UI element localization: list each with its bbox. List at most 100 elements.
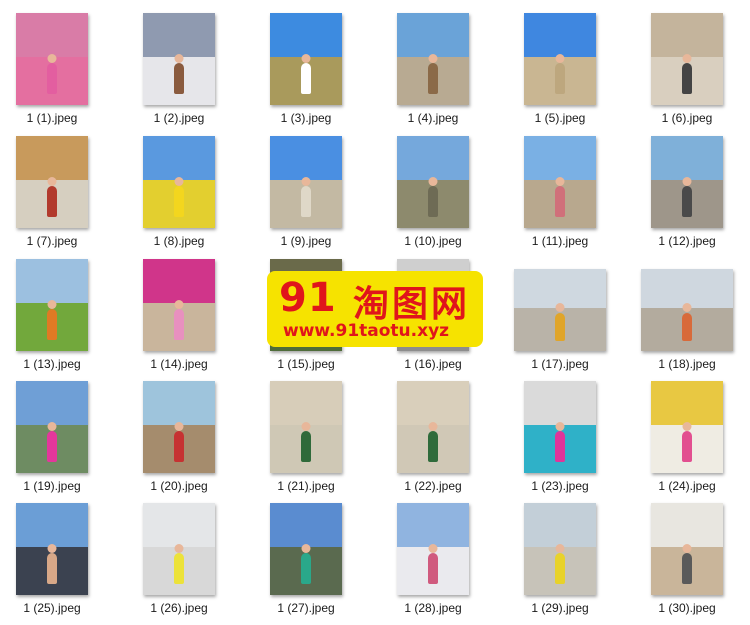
- file-thumbnail[interactable]: [143, 13, 215, 105]
- file-name: 1 (10).jpeg: [404, 234, 462, 248]
- file-name: 1 (7).jpeg: [26, 234, 78, 248]
- file-item[interactable]: 1 (18).jpeg: [627, 259, 747, 381]
- file-name: 1 (8).jpeg: [153, 234, 205, 248]
- file-item[interactable]: 1 (22).jpeg: [373, 381, 493, 503]
- file-thumbnail[interactable]: [397, 381, 469, 473]
- thumbnail-figure-head: [47, 543, 57, 553]
- file-thumbnail[interactable]: [270, 381, 342, 473]
- file-name: 1 (16).jpeg: [404, 357, 462, 371]
- file-thumbnail[interactable]: [651, 381, 723, 473]
- thumbnail-figure: [555, 430, 565, 462]
- file-thumbnail[interactable]: [651, 136, 723, 228]
- file-thumbnail[interactable]: [143, 381, 215, 473]
- thumbnail-figure: [555, 313, 565, 342]
- thumbnail-figure: [428, 430, 438, 462]
- file-item[interactable]: 1 (1).jpeg: [0, 13, 112, 135]
- file-item[interactable]: 1 (5).jpeg: [500, 13, 620, 135]
- thumbnail-background: [143, 136, 215, 181]
- thumbnail-background: [270, 381, 342, 426]
- file-thumbnail[interactable]: [524, 136, 596, 228]
- file-thumbnail[interactable]: [143, 259, 215, 351]
- thumbnail-figure: [555, 62, 565, 94]
- file-thumbnail[interactable]: [524, 13, 596, 105]
- thumbnail-figure-head: [428, 176, 438, 186]
- file-item[interactable]: 1 (14).jpeg: [119, 259, 239, 381]
- file-item[interactable]: 1 (29).jpeg: [500, 503, 620, 625]
- thumbnail-background: [270, 503, 342, 548]
- thumbnail-figure-head: [47, 176, 57, 186]
- file-thumbnail[interactable]: [16, 503, 88, 595]
- file-item[interactable]: 1 (3).jpeg: [246, 13, 366, 135]
- file-thumbnail[interactable]: [16, 259, 88, 351]
- thumbnail-background: [270, 136, 342, 181]
- file-item[interactable]: 1 (2).jpeg: [119, 13, 239, 135]
- thumbnail-figure-head: [428, 53, 438, 63]
- file-thumbnail[interactable]: [651, 503, 723, 595]
- thumbnail-figure: [47, 308, 57, 340]
- file-thumbnail[interactable]: [270, 503, 342, 595]
- file-thumbnail[interactable]: [16, 136, 88, 228]
- thumbnail-background: [16, 381, 88, 426]
- thumbnail-figure: [428, 185, 438, 217]
- file-item[interactable]: 1 (8).jpeg: [119, 136, 239, 258]
- file-item[interactable]: 1 (10).jpeg: [373, 136, 493, 258]
- file-name: 1 (4).jpeg: [407, 111, 459, 125]
- thumbnail-figure-head: [174, 543, 184, 553]
- file-thumbnail[interactable]: [524, 381, 596, 473]
- file-thumbnail[interactable]: [16, 381, 88, 473]
- file-thumbnail[interactable]: [651, 13, 723, 105]
- file-item[interactable]: 1 (23).jpeg: [500, 381, 620, 503]
- file-item[interactable]: 1 (6).jpeg: [627, 13, 747, 135]
- file-item[interactable]: 1 (12).jpeg: [627, 136, 747, 258]
- file-name: 1 (25).jpeg: [23, 601, 81, 615]
- file-item[interactable]: 1 (11).jpeg: [500, 136, 620, 258]
- file-item[interactable]: 1 (21).jpeg: [246, 381, 366, 503]
- thumbnail-figure: [47, 185, 57, 217]
- file-item[interactable]: 1 (20).jpeg: [119, 381, 239, 503]
- thumbnail-figure: [47, 430, 57, 462]
- file-thumbnail[interactable]: [397, 136, 469, 228]
- thumbnail-figure-head: [301, 543, 311, 553]
- file-name: 1 (26).jpeg: [150, 601, 208, 615]
- file-item[interactable]: 1 (4).jpeg: [373, 13, 493, 135]
- file-item[interactable]: 1 (24).jpeg: [627, 381, 747, 503]
- file-thumbnail[interactable]: [524, 503, 596, 595]
- file-thumbnail[interactable]: [641, 269, 733, 351]
- thumbnail-figure-head: [301, 421, 311, 431]
- thumbnail-background: [143, 503, 215, 548]
- file-thumbnail[interactable]: [270, 136, 342, 228]
- thumbnail-figure: [428, 552, 438, 584]
- file-item[interactable]: 1 (30).jpeg: [627, 503, 747, 625]
- file-item[interactable]: 1 (19).jpeg: [0, 381, 112, 503]
- thumbnail-figure: [428, 62, 438, 94]
- file-item[interactable]: 1 (9).jpeg: [246, 136, 366, 258]
- thumbnail-background: [524, 381, 596, 426]
- file-thumbnail[interactable]: [143, 503, 215, 595]
- thumbnail-figure: [174, 62, 184, 94]
- file-item[interactable]: 1 (28).jpeg: [373, 503, 493, 625]
- file-item[interactable]: 1 (27).jpeg: [246, 503, 366, 625]
- thumbnail-background: [397, 136, 469, 181]
- file-thumbnail[interactable]: [270, 13, 342, 105]
- file-name: 1 (17).jpeg: [531, 357, 589, 371]
- file-thumbnail[interactable]: [16, 13, 88, 105]
- thumbnail-background: [143, 13, 215, 58]
- file-name: 1 (6).jpeg: [661, 111, 713, 125]
- file-thumbnail[interactable]: [397, 13, 469, 105]
- file-thumbnail[interactable]: [397, 503, 469, 595]
- thumbnail-background: [524, 136, 596, 181]
- watermark: 91 淘图网 www.91taotu.xyz: [267, 271, 483, 347]
- thumbnail-background: [270, 13, 342, 58]
- file-name: 1 (20).jpeg: [150, 479, 208, 493]
- thumbnail-background: [651, 136, 723, 181]
- file-name: 1 (19).jpeg: [23, 479, 81, 493]
- file-item[interactable]: 1 (26).jpeg: [119, 503, 239, 625]
- file-item[interactable]: 1 (17).jpeg: [500, 259, 620, 381]
- file-item[interactable]: 1 (7).jpeg: [0, 136, 112, 258]
- thumbnail-figure: [174, 430, 184, 462]
- thumbnail-figure-head: [682, 421, 692, 431]
- file-item[interactable]: 1 (25).jpeg: [0, 503, 112, 625]
- file-item[interactable]: 1 (13).jpeg: [0, 259, 112, 381]
- file-thumbnail[interactable]: [514, 269, 606, 351]
- file-thumbnail[interactable]: [143, 136, 215, 228]
